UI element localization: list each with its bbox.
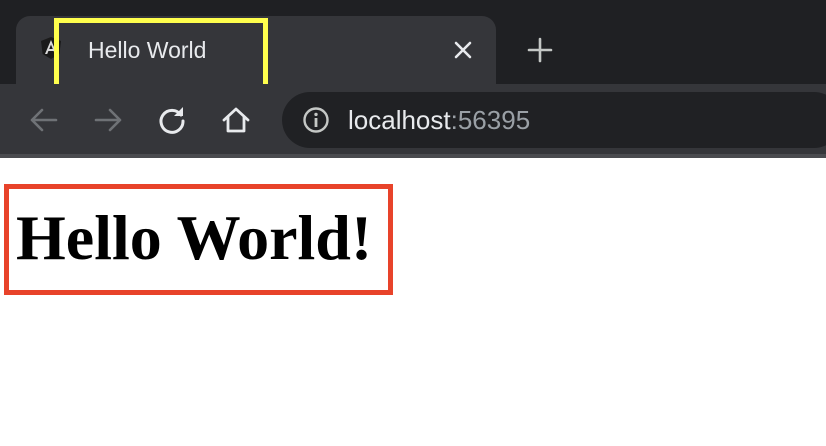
arrow-left-icon[interactable] (28, 104, 60, 136)
close-icon[interactable] (452, 39, 474, 61)
url-port: :56395 (450, 105, 531, 135)
home-icon[interactable] (220, 104, 252, 136)
red-highlight-box (4, 184, 393, 295)
address-bar[interactable]: localhost:56395 (282, 92, 826, 148)
arrow-right-icon[interactable] (92, 104, 124, 136)
browser-toolbar: localhost:56395 (0, 84, 826, 154)
plus-icon[interactable] (526, 36, 554, 64)
url-host: localhost (348, 105, 451, 135)
info-icon[interactable] (302, 106, 330, 134)
url-text[interactable]: localhost:56395 (348, 105, 530, 135)
reload-icon[interactable] (156, 104, 188, 136)
